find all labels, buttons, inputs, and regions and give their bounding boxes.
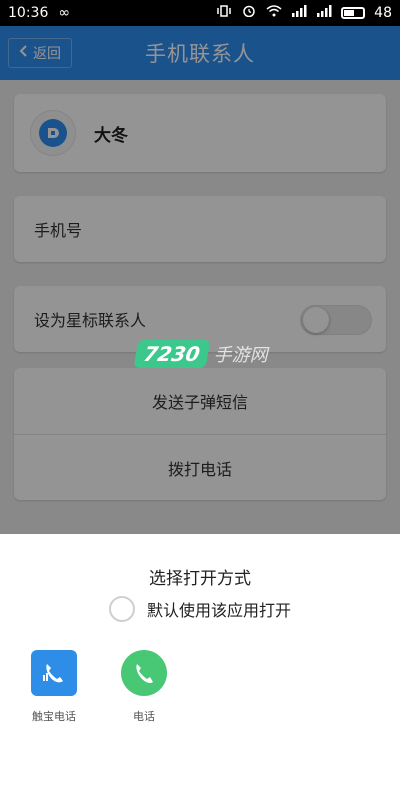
default-app-label: 默认使用该应用打开 [146,601,291,620]
signal-4g-icon [291,5,307,21]
vibrate-icon [216,5,232,21]
dim-overlay[interactable] [0,26,400,534]
signal-icon [316,5,332,21]
app-label-touchpal: 触宝电话 [32,710,76,723]
battery-icon [341,7,366,19]
default-app-option[interactable]: 默认使用该应用打开 [0,596,400,622]
watermark-text: 手游网 [213,345,268,366]
phone-icon [121,650,167,696]
status-bar: 10:36 ∞ 48 [0,0,400,26]
watermark: 7230 手游网 [133,340,268,368]
battery-level: 48 [374,5,392,21]
infinity-icon: ∞ [58,5,71,21]
open-with-sheet: 选择打开方式 默认使用该应用打开 触宝电话 电话 [0,534,400,800]
app-choice-touchpal[interactable]: 触宝电话 [22,650,86,724]
app-choice-phone[interactable]: 电话 [112,650,176,724]
status-time: 10:36 [8,5,49,21]
app-choices: 触宝电话 电话 [22,650,176,724]
watermark-logo: 7230 [133,340,211,368]
alarm-icon [241,5,257,21]
sheet-title: 选择打开方式 [149,569,251,589]
default-radio[interactable] [108,596,135,622]
touchpal-dialer-icon [31,650,77,696]
wifi-icon [266,5,282,21]
app-label-phone: 电话 [133,710,155,723]
